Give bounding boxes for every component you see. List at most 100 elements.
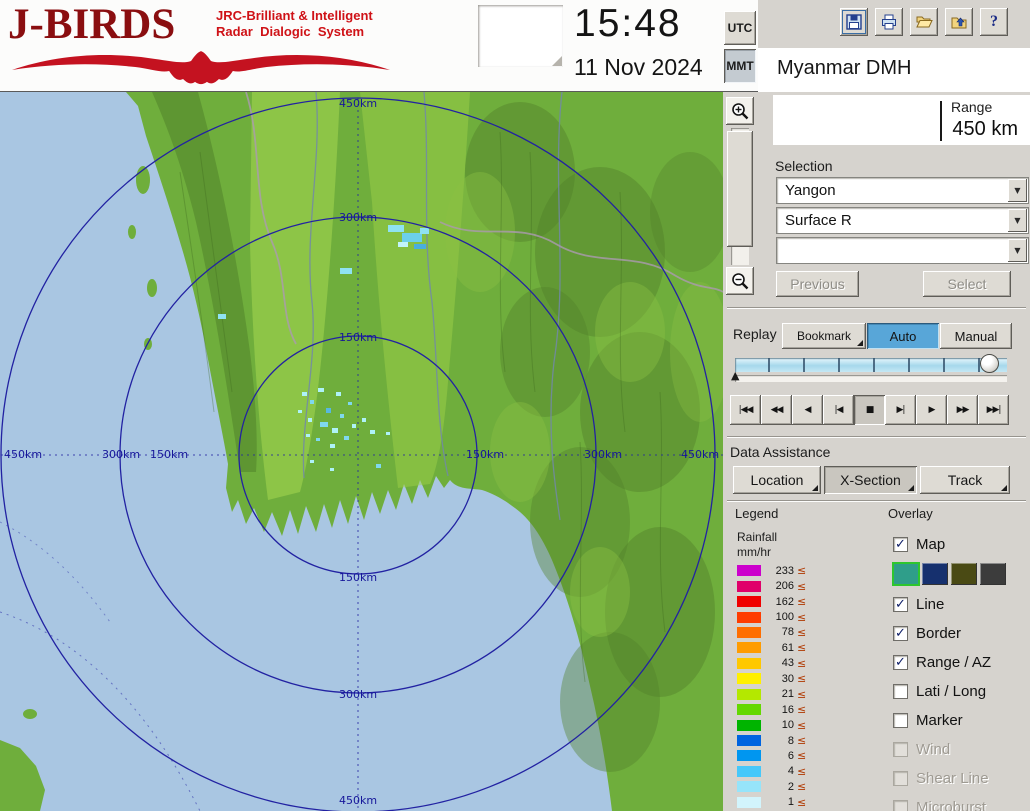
legend-entry: 6≤ xyxy=(737,748,837,763)
map-style-swatch-3[interactable] xyxy=(951,563,977,585)
rainfall-legend: 233≤206≤162≤100≤78≤61≤43≤30≤21≤16≤10≤8≤6… xyxy=(737,563,837,810)
open-file-button[interactable] xyxy=(910,8,938,36)
corner-mark-icon xyxy=(908,485,914,491)
range-readout: Range 450 km xyxy=(773,95,1030,145)
legend-value: 10 xyxy=(766,719,794,731)
help-icon: ? xyxy=(990,13,998,31)
step-back-button[interactable]: |◀ xyxy=(823,395,854,425)
timeline-slider-handle[interactable] xyxy=(980,354,999,373)
overlay-item-border[interactable]: ✓Border xyxy=(893,619,1029,648)
legend-lte-sign: ≤ xyxy=(797,719,806,732)
radar-map[interactable]: 450km300km150km150km300km450km450km300km… xyxy=(0,92,723,811)
svg-text:150km: 150km xyxy=(466,448,504,461)
stop-button[interactable]: ■ xyxy=(854,395,885,425)
legend-lte-sign: ≤ xyxy=(797,703,806,716)
map-style-swatch-4[interactable] xyxy=(980,563,1006,585)
legend-color-swatch xyxy=(737,766,761,777)
timezone-mmt-button[interactable]: MMT xyxy=(724,49,756,83)
selection-dropdown-2[interactable]: Surface R▼ xyxy=(776,207,1029,234)
selection-dropdown-3[interactable]: ▼ xyxy=(776,237,1029,264)
overlay-item-lati-long[interactable]: Lati / Long xyxy=(893,677,1029,706)
legend-value: 6 xyxy=(766,750,794,762)
legend-color-swatch xyxy=(737,781,761,792)
bookmark-button[interactable]: Bookmark xyxy=(782,323,866,349)
step-forward-button[interactable]: ▶| xyxy=(885,395,916,425)
zoom-out-button[interactable] xyxy=(726,267,754,295)
map-color-swatches xyxy=(893,558,1029,590)
checkbox-wind xyxy=(893,742,908,757)
play-reverse-button[interactable]: ◀ xyxy=(792,395,823,425)
skip-to-end-button[interactable]: ▶▶| xyxy=(978,395,1009,425)
legend-value: 233 xyxy=(766,565,794,577)
legend-color-swatch xyxy=(737,797,761,808)
checkbox-lati-long[interactable] xyxy=(893,684,908,699)
map-style-swatch-1[interactable] xyxy=(893,563,919,585)
previous-button[interactable]: Previous xyxy=(776,271,859,297)
clock-date: 11 Nov 2024 xyxy=(574,54,703,81)
svg-text:300km: 300km xyxy=(339,211,377,224)
checkbox-map[interactable]: ✓ xyxy=(893,537,908,552)
zoom-scrollbar-thumb[interactable] xyxy=(727,131,753,247)
legend-section-label: Legend xyxy=(735,506,778,521)
skip-to-start-button[interactable]: |◀◀ xyxy=(730,395,761,425)
checkbox-line[interactable]: ✓ xyxy=(893,597,908,612)
overlay-item-label: Map xyxy=(916,536,945,553)
auto-mode-button[interactable]: Auto xyxy=(867,323,939,349)
overlay-item-marker[interactable]: Marker xyxy=(893,706,1029,735)
svg-text:300km: 300km xyxy=(584,448,622,461)
legend-value: 206 xyxy=(766,580,794,592)
data-assistance-location-button[interactable]: Location xyxy=(733,466,821,494)
print-button[interactable] xyxy=(875,8,903,36)
section-divider xyxy=(727,307,1026,309)
export-button[interactable] xyxy=(945,8,973,36)
overlay-item-wind: Wind xyxy=(893,735,1029,764)
zoom-in-button[interactable] xyxy=(726,97,754,125)
overlay-item-map[interactable]: ✓ Map xyxy=(893,530,1029,558)
data-assistance-x-section-button[interactable]: X-Section xyxy=(824,466,917,494)
dropdown-arrow-button[interactable]: ▼ xyxy=(1008,179,1027,202)
map-style-swatch-2[interactable] xyxy=(922,563,948,585)
manual-mode-button[interactable]: Manual xyxy=(940,323,1012,349)
section-divider xyxy=(727,436,1026,438)
chevron-down-icon: ▼ xyxy=(1014,186,1020,195)
dropdown-arrow-button[interactable]: ▼ xyxy=(1008,209,1027,232)
save-button[interactable] xyxy=(840,8,868,36)
legend-value: 2 xyxy=(766,781,794,793)
fast-rewind-button[interactable]: ◀◀ xyxy=(761,395,792,425)
checkbox-microburst xyxy=(893,800,908,811)
overlay-item-label: Marker xyxy=(916,712,963,729)
legend-lte-sign: ≤ xyxy=(797,595,806,608)
print-icon xyxy=(880,13,898,31)
checkbox-border[interactable]: ✓ xyxy=(893,626,908,641)
replay-timeline-slider[interactable] xyxy=(735,358,1007,372)
select-button[interactable]: Select xyxy=(923,271,1011,297)
legend-lte-sign: ≤ xyxy=(797,688,806,701)
selection-dropdown-1[interactable]: Yangon▼ xyxy=(776,177,1029,204)
chevron-down-icon: ▼ xyxy=(1014,246,1020,255)
overlay-item-range-az[interactable]: ✓Range / AZ xyxy=(893,648,1029,677)
app-logo-subtitle-1: JRC-Brilliant & Intelligent xyxy=(216,9,373,23)
data-assistance-track-button[interactable]: Track xyxy=(920,466,1010,494)
map-zoom-column xyxy=(723,92,758,298)
fast-forward-button[interactable]: ▶▶ xyxy=(947,395,978,425)
play-button[interactable]: ▶ xyxy=(916,395,947,425)
timezone-utc-button[interactable]: UTC xyxy=(724,11,756,45)
selection-dropdowns: Yangon▼Surface R▼▼ xyxy=(776,177,1029,267)
timeline-sub-track xyxy=(735,375,1007,382)
legend-value: 8 xyxy=(766,735,794,747)
legend-entry: 206≤ xyxy=(737,578,837,593)
range-label: Range xyxy=(951,99,992,115)
help-button[interactable]: ? xyxy=(980,8,1008,36)
radar-map-viewport[interactable]: 450km300km150km150km300km450km450km300km… xyxy=(0,92,723,811)
checkbox-range-az[interactable]: ✓ xyxy=(893,655,908,670)
selection-section-label: Selection xyxy=(775,158,833,174)
svg-text:300km: 300km xyxy=(102,448,140,461)
checkbox-marker[interactable] xyxy=(893,713,908,728)
overlay-item-line[interactable]: ✓Line xyxy=(893,590,1029,619)
legend-lte-sign: ≤ xyxy=(797,580,806,593)
svg-text:450km: 450km xyxy=(339,97,377,110)
legend-lte-sign: ≤ xyxy=(797,765,806,778)
zoom-out-icon xyxy=(730,271,750,291)
dropdown-arrow-button[interactable]: ▼ xyxy=(1008,239,1027,262)
overlay-item-label: Wind xyxy=(916,741,950,758)
